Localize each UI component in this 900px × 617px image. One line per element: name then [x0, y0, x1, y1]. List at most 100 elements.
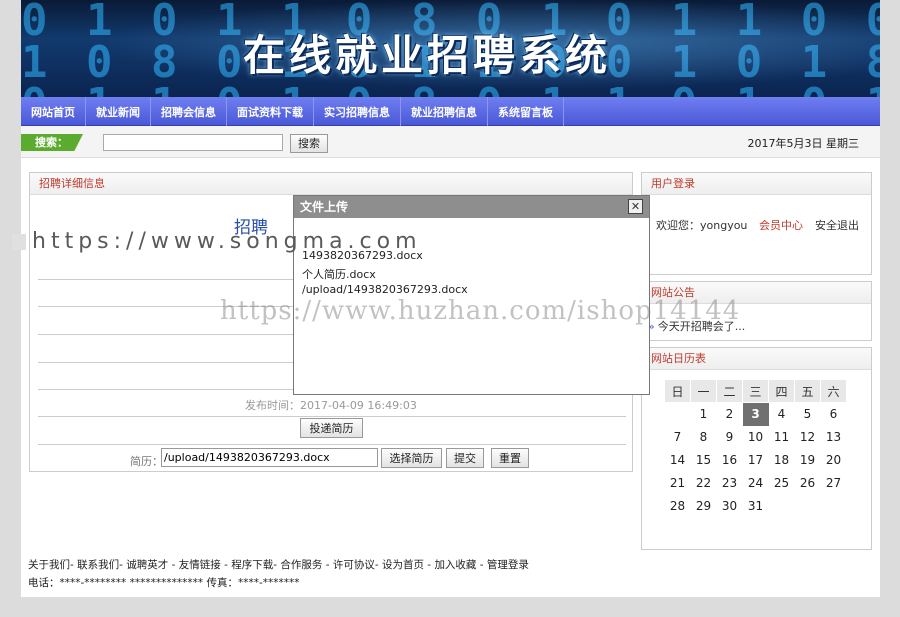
calendar-day[interactable]: 20 — [821, 449, 847, 472]
uploaded-file-line: /upload/1493820367293.docx — [302, 283, 468, 296]
weekday: 四 — [768, 379, 795, 403]
calendar-header: 网站日历表 — [642, 348, 871, 370]
footer-link-download[interactable]: 程序下载 — [231, 559, 273, 571]
calendar-day[interactable]: 4 — [769, 403, 795, 426]
calendar-day[interactable]: 30 — [717, 495, 743, 518]
watermark-huzhan: https://www.huzhan.com/ishop14144 — [220, 296, 741, 326]
logout-link[interactable]: 安全退出 — [815, 217, 859, 233]
submit-button[interactable]: 提交 — [446, 448, 484, 468]
main-nav: 网站首页 就业新闻 招聘会信息 面试资料下载 实习招聘信息 就业招聘信息 系统留… — [21, 97, 880, 126]
calendar-day[interactable]: 12 — [795, 426, 821, 449]
publish-time-value: 2017-04-09 16:49:03 — [300, 399, 417, 412]
user-login-panel: 用户登录 欢迎您：yongyou 会员中心 安全退出 — [641, 172, 872, 275]
calendar-day[interactable]: 28 — [665, 495, 691, 518]
weekday: 三 — [742, 379, 769, 403]
resume-label: 简历： — [130, 455, 163, 468]
calendar-day[interactable]: 16 — [717, 449, 743, 472]
calendar-day[interactable]: 26 — [795, 472, 821, 495]
calendar-week-row: 21 22 23 24 25 26 27 — [665, 472, 847, 495]
weekday: 一 — [690, 379, 717, 403]
calendar-panel: 网站日历表 日 一 二 三 四 五 六 1 2 3 4 5 6 7 8 9 10 11 12 13 14 1… — [641, 347, 872, 550]
calendar-empty-cell — [821, 495, 847, 518]
calendar-day[interactable]: 8 — [691, 426, 717, 449]
calendar-day[interactable]: 29 — [691, 495, 717, 518]
calendar-day[interactable]: 31 — [743, 495, 769, 518]
choose-resume-button[interactable]: 选择简历 — [381, 448, 442, 468]
resume-path-input[interactable] — [161, 448, 378, 467]
member-center-link[interactable]: 会员中心 — [759, 217, 803, 233]
reset-button[interactable]: 重置 — [491, 448, 529, 468]
footer-contact: 电话：****-******** ************** 传真：****-… — [28, 577, 300, 589]
weekday: 五 — [794, 379, 821, 403]
nav-item-jobfair[interactable]: 招聘会信息 — [151, 97, 227, 126]
nav-item-home[interactable]: 网站首页 — [21, 97, 86, 126]
nav-item-guestbook[interactable]: 系统留言板 — [488, 97, 564, 126]
calendar-week-row: 123456 — [665, 402, 847, 426]
footer-link-about[interactable]: 关于我们 — [28, 559, 70, 571]
user-login-header: 用户登录 — [642, 173, 871, 195]
calendar-empty-cell — [769, 495, 795, 518]
weekday: 二 — [716, 379, 743, 403]
calendar-day[interactable]: 27 — [821, 472, 847, 495]
calendar-day[interactable]: 10 — [743, 426, 769, 449]
calendar-week-row: 7 8 9 10 11 12 13 — [665, 426, 847, 449]
footer-link-careers[interactable]: 诚聘英才 — [126, 559, 168, 571]
calendar-day[interactable]: 24 — [743, 472, 769, 495]
calendar-day[interactable]: 25 — [769, 472, 795, 495]
calendar-weekday-row: 日 一 二 三 四 五 六 — [664, 379, 847, 403]
footer-link-friends[interactable]: 友情链接 — [179, 559, 221, 571]
calendar-day[interactable]: 19 — [795, 449, 821, 472]
calendar-day[interactable]: 5 — [795, 403, 821, 426]
calendar-day[interactable]: 22 — [691, 472, 717, 495]
calendar-days: 1 2 3 4 5 6 7 8 9 10 11 12 13 14 15 16 17 18 19 20 21 22 23 24 2… — [665, 402, 847, 518]
calendar-week-row: 14 15 16 17 18 19 20 — [665, 449, 847, 472]
calendar-day[interactable]: 13 — [821, 426, 847, 449]
calendar-day[interactable]: 15 — [691, 449, 717, 472]
nav-item-news[interactable]: 就业新闻 — [86, 97, 151, 126]
calendar-day[interactable]: 9 — [717, 426, 743, 449]
footer-link-contact[interactable]: 联系我们 — [77, 559, 119, 571]
file-upload-dialog-title: 文件上传 — [294, 196, 649, 218]
watermark-songma-text: https://www.songma.com — [32, 229, 422, 254]
calendar-day[interactable]: 7 — [665, 426, 691, 449]
calendar-day[interactable]: 18 — [769, 449, 795, 472]
calendar-week-row: 28 29 30 31 — [665, 495, 847, 518]
calendar-day[interactable]: 17 — [743, 449, 769, 472]
nav-item-jobs[interactable]: 就业招聘信息 — [401, 97, 488, 126]
calendar-day[interactable]: 2 — [717, 403, 743, 426]
search-input[interactable] — [103, 134, 283, 151]
file-upload-dialog: 文件上传 ✕ 1493820367293.docx 个人简历.docx /upl… — [293, 195, 650, 395]
footer-link-admin[interactable]: 管理登录 — [487, 559, 529, 571]
submit-resume-button[interactable]: 投递简历 — [300, 418, 363, 438]
footer-link-license[interactable]: 许可协议 — [333, 559, 375, 571]
footer-links: 关于我们- 联系我们- 诚聘英才 - 友情链接 - 程序下载- 合作服务 - 许… — [28, 559, 529, 571]
banner: 0 1 0 1 1 0 8 0 1 0 1 1 0 0 1 1 0 8 0 1 … — [21, 0, 880, 97]
weekday: 六 — [820, 379, 847, 403]
calendar-empty-cell — [795, 495, 821, 518]
calendar-day[interactable]: 3 — [742, 402, 769, 426]
footer-link-set-home[interactable]: 设为首页 — [382, 559, 424, 571]
footer-link-cooperation[interactable]: 合作服务 — [280, 559, 322, 571]
calendar-day[interactable]: 6 — [821, 403, 847, 426]
weekday: 日 — [664, 379, 691, 403]
welcome-text: 欢迎您：yongyou — [656, 219, 748, 232]
calendar-day[interactable]: 1 — [691, 403, 717, 426]
watermark-songma: https://www.songma.com — [12, 229, 422, 254]
nav-item-internship[interactable]: 实习招聘信息 — [314, 97, 401, 126]
calendar-day[interactable]: 23 — [717, 472, 743, 495]
calendar-day[interactable]: 14 — [665, 449, 691, 472]
job-detail-header: 招聘详细信息 — [30, 173, 632, 195]
calendar-table: 日 一 二 三 四 五 六 1 2 3 4 5 6 7 8 9 10 11 12 13 14 15 16 17 1… — [664, 379, 847, 518]
calendar-empty-cell — [665, 403, 691, 426]
footer-link-bookmark[interactable]: 加入收藏 — [434, 559, 476, 571]
calendar-day[interactable]: 21 — [665, 472, 691, 495]
watermark-bar — [12, 234, 26, 250]
close-icon[interactable]: ✕ — [628, 199, 643, 214]
calendar-day[interactable]: 11 — [769, 426, 795, 449]
publish-time-label: 发布时间： — [245, 399, 300, 412]
search-button[interactable]: 搜索 — [290, 134, 328, 153]
nav-item-interview-download[interactable]: 面试资料下载 — [227, 97, 314, 126]
search-bar: 搜索： 搜索 2017年5月3日 星期三 — [21, 126, 880, 158]
current-date: 2017年5月3日 星期三 — [747, 137, 860, 150]
publish-time: 发布时间：2017-04-09 16:49:03 — [245, 397, 417, 413]
